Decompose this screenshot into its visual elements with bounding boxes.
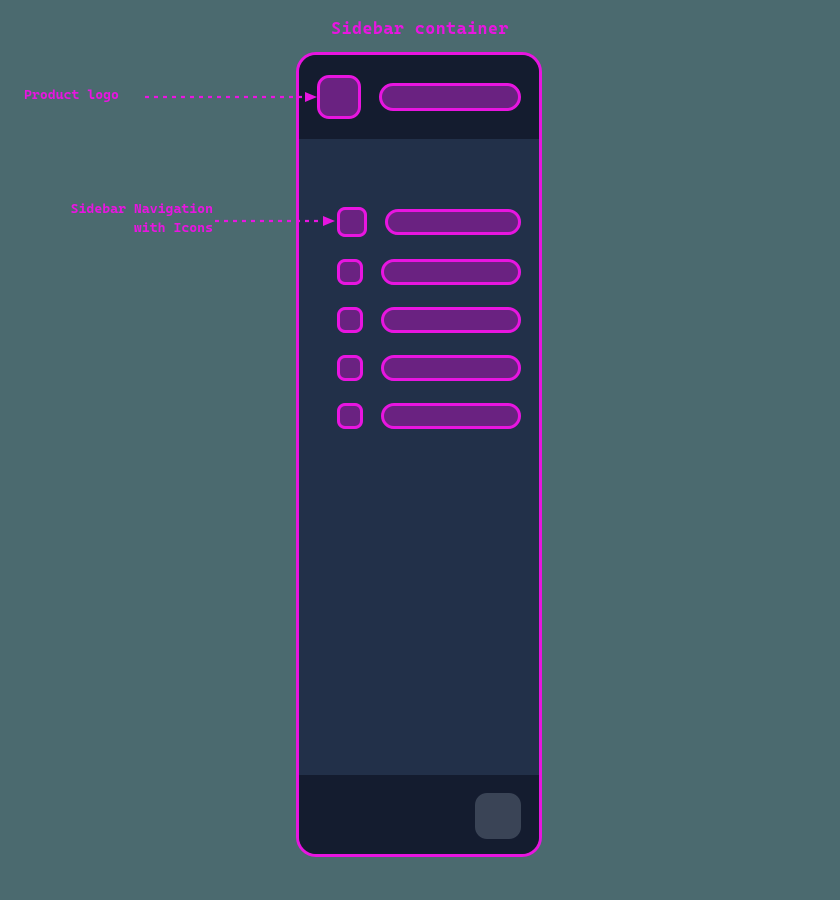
nav-item[interactable] <box>337 207 521 237</box>
nav-item-label-placeholder <box>381 259 521 285</box>
nav-item-icon <box>337 307 363 333</box>
sidebar-container <box>296 52 542 857</box>
annotation-line: Sidebar Navigation <box>71 201 213 217</box>
annotation-line: with Icons <box>134 220 213 236</box>
nav-item-label-placeholder <box>385 209 521 235</box>
nav-item[interactable] <box>337 355 521 381</box>
nav-item-label-placeholder <box>381 355 521 381</box>
nav-item[interactable] <box>337 403 521 429</box>
nav-item[interactable] <box>337 259 521 285</box>
footer-action-placeholder[interactable] <box>475 793 521 839</box>
product-name-placeholder <box>379 83 521 111</box>
nav-item-label-placeholder <box>381 307 521 333</box>
sidebar-header <box>299 55 539 139</box>
sidebar-footer <box>299 775 539 857</box>
annotation-sidebar-nav: Sidebar Navigation with Icons <box>28 200 213 238</box>
nav-item-label-placeholder <box>381 403 521 429</box>
product-logo-icon <box>317 75 361 119</box>
nav-item-icon <box>337 355 363 381</box>
nav-item[interactable] <box>337 307 521 333</box>
annotation-product-logo: Product logo <box>24 86 144 105</box>
nav-item-icon <box>337 403 363 429</box>
nav-item-icon <box>337 207 367 237</box>
nav-item-icon <box>337 259 363 285</box>
diagram-title: Sidebar container <box>0 18 840 38</box>
sidebar-nav <box>299 139 539 775</box>
leader-line-product-logo <box>145 92 320 106</box>
